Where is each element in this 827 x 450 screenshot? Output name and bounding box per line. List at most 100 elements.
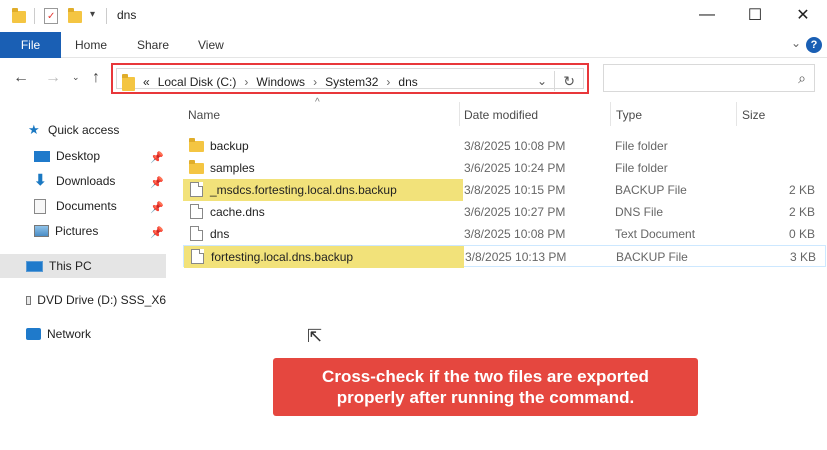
column-divider[interactable] bbox=[610, 102, 611, 126]
file-type: Text Document bbox=[615, 227, 696, 241]
folder-icon bbox=[189, 160, 204, 174]
pin-icon[interactable]: 📌 bbox=[150, 201, 164, 214]
file-name: backup bbox=[210, 139, 249, 153]
file-date: 3/8/2025 10:08 PM bbox=[464, 227, 566, 241]
search-input[interactable]: ⌕ bbox=[603, 64, 815, 92]
expand-ribbon-icon[interactable]: ⌄ bbox=[791, 36, 801, 50]
file-size: 0 KB bbox=[789, 227, 816, 241]
forward-arrow-icon[interactable]: → bbox=[45, 69, 61, 87]
close-button[interactable]: ✕ bbox=[780, 0, 826, 30]
sidebar-item-label: Network bbox=[47, 327, 92, 341]
breadcrumb-local-disk[interactable]: Local Disk (C:) bbox=[158, 75, 237, 89]
divider bbox=[34, 8, 35, 24]
file-date: 3/8/2025 10:08 PM bbox=[464, 139, 566, 153]
pin-icon[interactable]: 📌 bbox=[150, 176, 164, 189]
file-type: File folder bbox=[615, 161, 668, 175]
breadcrumb-overflow-icon[interactable]: « bbox=[143, 75, 150, 89]
file-size: 2 KB bbox=[789, 183, 816, 197]
window-title: dns bbox=[117, 8, 137, 22]
breadcrumb-dns[interactable]: dns bbox=[398, 75, 417, 89]
help-icon[interactable]: ? bbox=[806, 37, 822, 53]
folder-icon bbox=[122, 74, 135, 91]
sidebar-item-label: Desktop bbox=[56, 149, 101, 163]
file-name: _msdcs.fortesting.local.dns.backup bbox=[210, 183, 397, 197]
sidebar-item-network[interactable]: Network bbox=[26, 322, 91, 346]
recent-locations-icon[interactable]: ⌄ bbox=[72, 72, 80, 83]
column-header-type[interactable]: Type bbox=[616, 108, 642, 122]
desktop-icon bbox=[34, 150, 50, 162]
sidebar-item-label: Documents bbox=[56, 199, 117, 213]
file-icon bbox=[190, 182, 203, 197]
file-size: 2 KB bbox=[789, 205, 816, 219]
folder-icon bbox=[12, 8, 26, 23]
file-name: samples bbox=[210, 161, 255, 175]
sidebar-item-desktop[interactable]: Desktop bbox=[34, 144, 100, 168]
refresh-icon[interactable]: ↻ bbox=[563, 73, 575, 90]
text-file-icon bbox=[190, 226, 203, 241]
file-name: fortesting.local.dns.backup bbox=[211, 250, 354, 264]
chevron-down-icon[interactable]: ⌄ bbox=[537, 74, 547, 88]
customize-qat-icon[interactable]: ▾ bbox=[90, 9, 95, 20]
callout-line-1: Cross-check if the two files are exporte… bbox=[322, 367, 649, 386]
sidebar-item-label: Quick access bbox=[48, 123, 120, 137]
up-arrow-icon[interactable]: ↑ bbox=[92, 69, 100, 87]
file-row[interactable]: fortesting.local.dns.backup 3/8/2025 10:… bbox=[183, 245, 826, 268]
column-divider[interactable] bbox=[459, 102, 460, 126]
address-bar[interactable]: « Local Disk (C:) › Windows › System32 ›… bbox=[111, 63, 589, 94]
sidebar-item-pictures[interactable]: Pictures bbox=[34, 219, 98, 243]
column-header-size[interactable]: Size bbox=[742, 108, 765, 122]
column-header-date[interactable]: Date modified bbox=[464, 108, 538, 122]
sidebar-item-label: This PC bbox=[49, 259, 92, 273]
divider bbox=[554, 71, 555, 91]
breadcrumb-separator-icon[interactable]: › bbox=[244, 75, 248, 89]
sidebar-item-label: Pictures bbox=[55, 224, 99, 238]
file-row[interactable]: samples 3/6/2025 10:24 PM File folder bbox=[183, 157, 826, 179]
tab-view[interactable]: View bbox=[198, 38, 224, 52]
documents-icon bbox=[34, 198, 46, 214]
minimize-button[interactable]: — bbox=[684, 0, 730, 30]
sidebar-item-label: DVD Drive (D:) SSS_X6 bbox=[37, 293, 166, 307]
breadcrumb-separator-icon[interactable]: › bbox=[313, 75, 317, 89]
address-field[interactable]: « Local Disk (C:) › Windows › System32 ›… bbox=[116, 68, 584, 91]
title-bar: ✓ ▾ dns — ☐ ✕ bbox=[0, 0, 827, 32]
properties-icon[interactable]: ✓ bbox=[44, 8, 58, 24]
tab-file[interactable]: File bbox=[0, 32, 61, 58]
file-name: dns bbox=[210, 227, 230, 241]
sort-ascending-icon: ^ bbox=[315, 97, 320, 108]
sidebar-item-downloads[interactable]: ⬇ Downloads bbox=[34, 169, 115, 193]
breadcrumb-separator-icon[interactable]: › bbox=[386, 75, 390, 89]
file-size: 3 KB bbox=[790, 250, 817, 264]
breadcrumb-windows[interactable]: Windows bbox=[256, 75, 305, 89]
column-header-name[interactable]: Name bbox=[188, 108, 220, 122]
back-arrow-icon[interactable]: ← bbox=[13, 69, 29, 87]
breadcrumb-system32[interactable]: System32 bbox=[325, 75, 378, 89]
sidebar-item-quick-access[interactable]: ★ Quick access bbox=[28, 118, 119, 142]
maximize-button[interactable]: ☐ bbox=[732, 0, 778, 30]
pin-icon[interactable]: 📌 bbox=[150, 226, 164, 239]
file-row[interactable]: dns 3/8/2025 10:08 PM Text Document 0 KB bbox=[183, 223, 826, 245]
file-row[interactable]: cache.dns 3/6/2025 10:27 PM DNS File 2 K… bbox=[183, 201, 826, 223]
tab-home[interactable]: Home bbox=[75, 38, 107, 52]
navigation-pane: ★ Quick access Desktop 📌 ⬇ Downloads 📌 D… bbox=[0, 108, 166, 450]
pictures-icon bbox=[34, 225, 49, 237]
pin-icon[interactable]: 📌 bbox=[150, 151, 164, 164]
breadcrumb: « Local Disk (C:) › Windows › System32 ›… bbox=[143, 75, 418, 89]
divider bbox=[106, 8, 107, 24]
file-row[interactable]: _msdcs.fortesting.local.dns.backup 3/8/2… bbox=[183, 179, 826, 201]
new-folder-icon[interactable] bbox=[68, 8, 82, 23]
file-type: File folder bbox=[615, 139, 668, 153]
file-type: BACKUP File bbox=[616, 250, 688, 264]
file-type: BACKUP File bbox=[615, 183, 687, 197]
sidebar-item-documents[interactable]: Documents bbox=[34, 194, 117, 218]
tab-share[interactable]: Share bbox=[137, 38, 169, 52]
file-icon bbox=[191, 249, 204, 264]
file-row[interactable]: backup 3/8/2025 10:08 PM File folder bbox=[183, 135, 826, 157]
star-icon: ★ bbox=[28, 122, 40, 137]
sidebar-item-dvd-drive[interactable]: DVD Drive (D:) SSS_X6 bbox=[26, 288, 166, 312]
sidebar-item-this-pc[interactable]: This PC bbox=[0, 254, 166, 278]
folder-icon bbox=[189, 138, 204, 152]
mouse-cursor-icon: ⇱ bbox=[307, 326, 323, 346]
search-icon[interactable]: ⌕ bbox=[798, 70, 806, 87]
column-divider[interactable] bbox=[736, 102, 737, 126]
dvd-icon bbox=[26, 295, 32, 305]
